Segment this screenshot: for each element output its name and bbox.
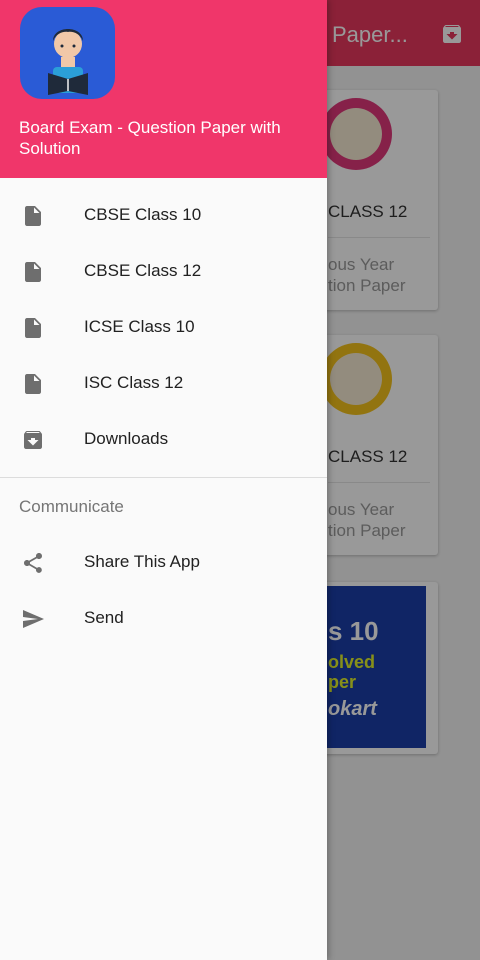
app-logo — [20, 7, 115, 99]
menu-item-label: CBSE Class 12 — [84, 261, 202, 280]
menu-item-label: ICSE Class 10 — [84, 317, 195, 336]
menu-item-label: CBSE Class 10 — [84, 205, 202, 224]
menu-item-share-app[interactable]: Share This App — [0, 535, 327, 591]
menu-item-isc-class-12[interactable]: ISC Class 12 — [0, 356, 327, 412]
menu-item-cbse-class-10[interactable]: CBSE Class 10 — [0, 188, 327, 244]
menu-item-label: Send — [84, 608, 124, 627]
menu-item-label: Downloads — [84, 429, 169, 448]
download-box-icon — [24, 431, 42, 449]
app-title: Board Exam - Question Paper with Solutio… — [19, 118, 281, 158]
send-icon — [23, 610, 44, 628]
file-icon — [25, 206, 41, 226]
share-icon — [24, 553, 42, 573]
drawer-header: Board Exam - Question Paper with Solutio… — [0, 0, 327, 178]
menu-item-label: Share This App — [84, 552, 200, 571]
navigation-drawer: Board Exam - Question Paper with Solutio… — [0, 0, 327, 960]
menu-item-label: ISC Class 12 — [84, 373, 184, 392]
drawer-divider — [0, 477, 327, 478]
file-icon — [25, 374, 41, 394]
menu-item-downloads[interactable]: Downloads — [0, 412, 327, 468]
file-icon — [25, 318, 41, 338]
menu-item-cbse-class-12[interactable]: CBSE Class 12 — [0, 244, 327, 300]
menu-item-icse-class-10[interactable]: ICSE Class 10 — [0, 300, 327, 356]
student-reading-icon — [48, 29, 88, 95]
file-icon — [25, 262, 41, 282]
communicate-section-header: Communicate — [19, 497, 124, 516]
menu-item-send[interactable]: Send — [0, 591, 327, 647]
